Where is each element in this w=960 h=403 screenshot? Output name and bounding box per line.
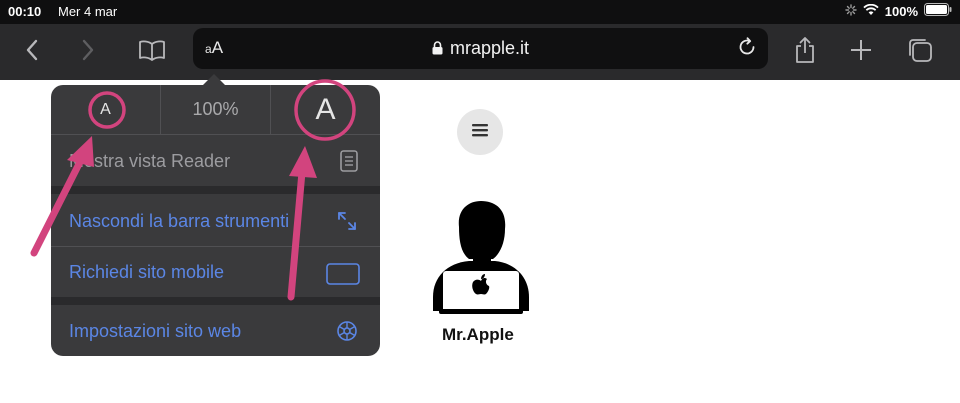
add-tab-icon [850,39,872,66]
back-icon [25,39,39,66]
menu-item-label: Mostra vista Reader [69,150,231,171]
reload-icon [736,37,758,62]
share-icon [793,36,817,69]
site-menu-button[interactable] [457,109,503,155]
tabs-icon [906,36,934,69]
hide-toolbar-item[interactable]: Nascondi la barra strumenti [51,196,380,246]
bookmarks-icon [138,39,166,66]
zoom-controls: A 100% A [51,85,380,135]
forward-icon [81,39,95,66]
battery-percentage: 100% [884,3,918,19]
status-bar: 00:10 Mer 4 mar 100% [0,0,960,24]
expand-icon [336,210,358,237]
lock-icon [432,39,443,60]
mobile-site-icon [326,263,360,290]
mr-apple-logo-icon [433,201,529,315]
hamburger-icon [472,123,488,142]
battery-icon [924,3,952,19]
section-divider [51,297,380,305]
page-options-popover: A 100% A Mostra vista Reader Nascondi la… [51,85,380,356]
zoom-increase-button[interactable]: A [270,85,380,134]
popover-notch [203,74,225,85]
zoom-decrease-button[interactable]: A [51,85,160,134]
menu-item-label: Richiedi sito mobile [69,261,225,282]
reload-button[interactable] [736,36,758,63]
add-tab-button[interactable] [843,34,879,70]
bookmarks-button[interactable] [134,34,170,70]
wifi-icon [863,3,879,19]
gear-icon [336,320,358,347]
zoom-decrease-label: A [100,100,111,118]
back-button[interactable] [14,34,50,70]
zoom-reset-button[interactable]: 100% [160,85,270,134]
site-logo-text: Mr.Apple [442,325,514,344]
url-display[interactable]: mrapple.it [193,38,768,60]
activity-icon [845,3,857,19]
menu-item-label: Impostazioni sito web [69,320,242,341]
status-date: Mer 4 mar [58,4,118,19]
menu-item-label: Nascondi la barra strumenti [69,210,290,231]
share-button[interactable] [787,34,823,70]
forward-button[interactable] [70,34,106,70]
status-time: 00:10 [8,4,42,19]
address-bar[interactable]: aA mrapple.it [193,28,768,69]
url-host: mrapple.it [449,38,530,58]
request-mobile-site-item[interactable]: Richiedi sito mobile [51,247,380,297]
zoom-level: 100% [192,99,239,119]
section-divider [51,186,380,194]
zoom-increase-label: A [315,92,336,126]
website-settings-item[interactable]: Impostazioni sito web [51,306,380,356]
browser-window: 00:10 Mer 4 mar 100% aA mrapple.it Mr.Ap… [0,0,960,403]
browser-toolbar: aA mrapple.it [0,24,960,80]
status-right: 100% [845,3,952,19]
tabs-button[interactable] [902,34,938,70]
site-logo[interactable] [423,197,539,324]
show-reader-view-item[interactable]: Mostra vista Reader [51,136,380,186]
reader-icon [340,150,358,177]
